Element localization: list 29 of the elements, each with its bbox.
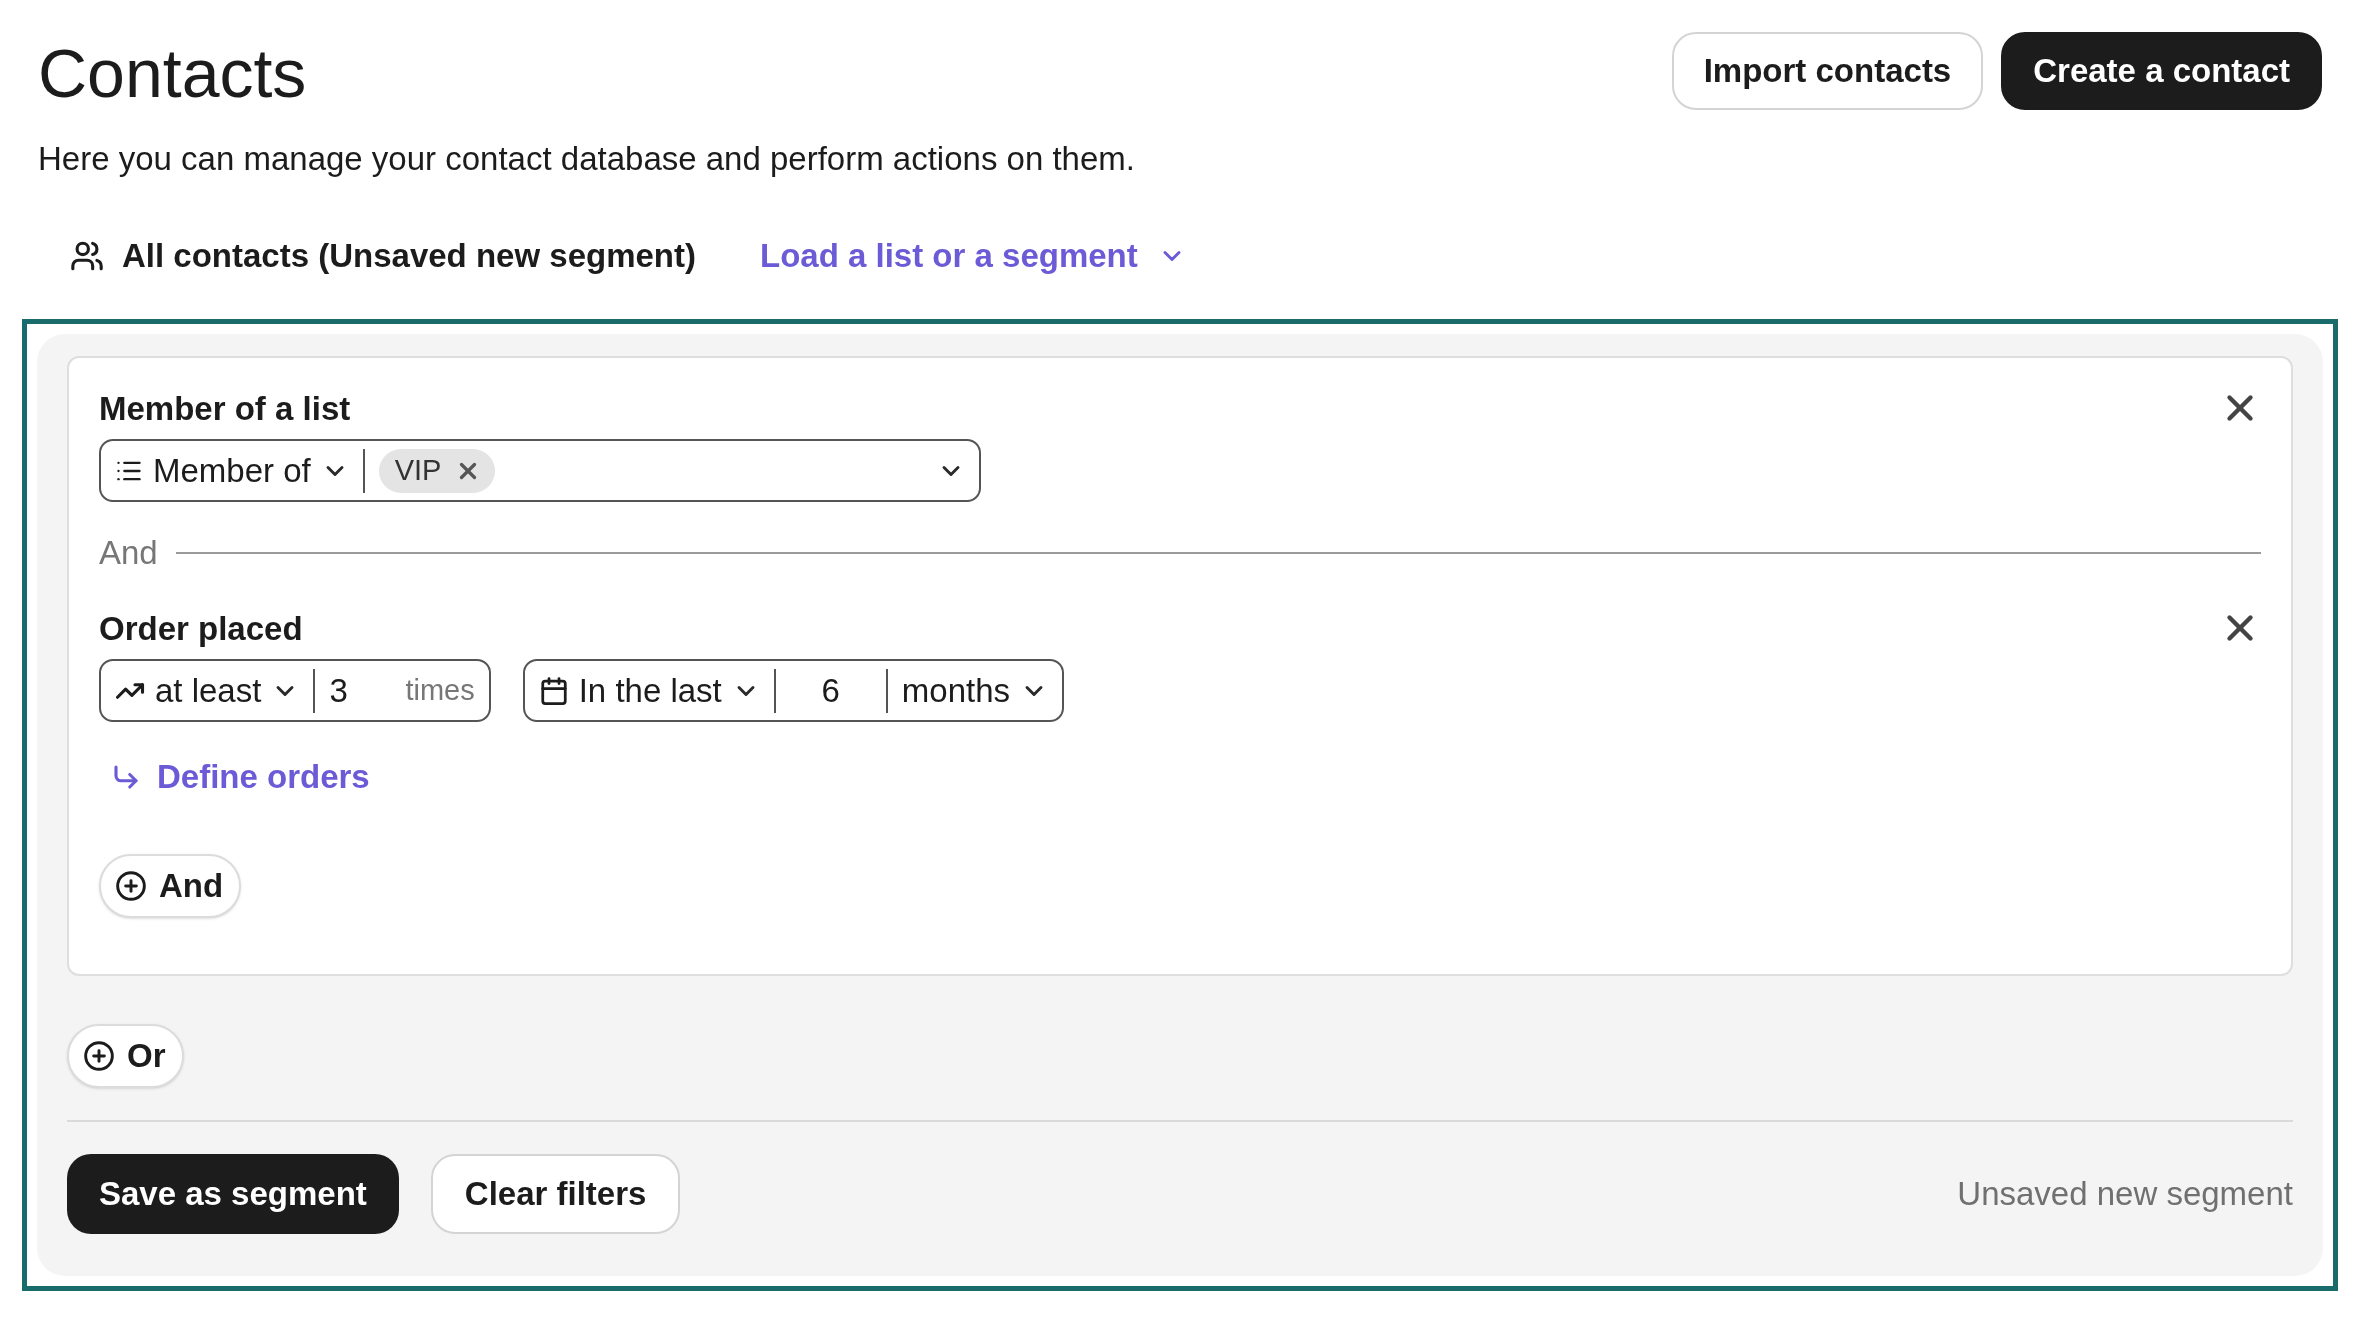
comparison-dropdown[interactable]: at least	[155, 665, 262, 716]
current-segment-label: All contacts (Unsaved new segment)	[122, 235, 696, 276]
save-segment-button[interactable]: Save as segment	[67, 1153, 399, 1234]
add-condition-button[interactable]: Or	[67, 1023, 184, 1088]
period-dropdown[interactable]: In the last	[578, 665, 722, 716]
condition-title: Order placed	[99, 608, 303, 649]
define-orders-link[interactable]: Define orders	[157, 752, 370, 802]
operator-dropdown[interactable]: Member of	[153, 445, 311, 496]
load-segment-link[interactable]: Load a list or a segment	[760, 230, 1186, 281]
page-title: Contacts	[38, 34, 307, 112]
page-description: Here you can manage your contact database and perform actions on them.	[37, 139, 1136, 179]
tag-chip: VIP	[378, 448, 496, 493]
unit-label: times	[405, 672, 475, 708]
order-count-select[interactable]: at least 3 times	[99, 659, 491, 722]
create-contact-button[interactable]: Create a contact	[2001, 32, 2322, 110]
add-condition-button[interactable]: And	[99, 853, 242, 918]
period-value-input[interactable]: 6	[775, 668, 888, 713]
period-select[interactable]: In the last 6 months	[522, 659, 1064, 722]
calendar-icon	[538, 675, 569, 706]
condition-title: Member of a list	[99, 388, 351, 429]
plus-circle-icon	[115, 869, 147, 902]
count-input[interactable]: 3	[315, 665, 406, 716]
segment-status: Unsaved new segment	[1957, 1173, 2293, 1214]
plus-circle-icon	[83, 1039, 115, 1072]
import-contacts-button[interactable]: Import contacts	[1671, 32, 1984, 110]
connector-label: And	[99, 533, 158, 573]
clear-filters-button[interactable]: Clear filters	[430, 1153, 681, 1234]
list-filter-select[interactable]: Member of VIP	[99, 439, 981, 502]
unit-dropdown[interactable]: months	[887, 665, 1020, 716]
